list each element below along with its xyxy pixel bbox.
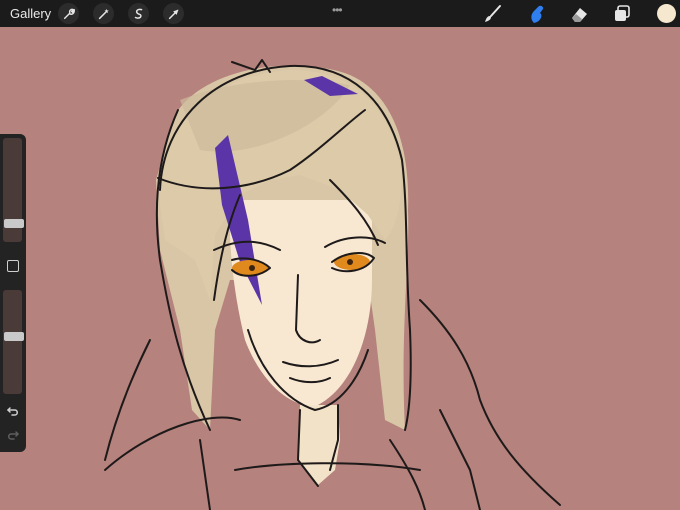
drawing-canvas[interactable] <box>0 0 680 510</box>
eraser-icon[interactable] <box>568 3 590 25</box>
undo-icon[interactable] <box>6 404 20 418</box>
wrench-icon[interactable] <box>58 3 79 24</box>
gallery-button[interactable]: Gallery <box>10 6 51 21</box>
selection-icon[interactable] <box>128 3 149 24</box>
left-sidebar <box>0 134 26 452</box>
magic-wand-icon[interactable] <box>93 3 114 24</box>
opacity-slider[interactable] <box>3 290 24 394</box>
top-toolbar: Gallery ••• <box>0 0 680 27</box>
redo-icon[interactable] <box>6 428 20 442</box>
brush-size-slider-knob[interactable] <box>4 219 24 228</box>
smudge-icon[interactable] <box>526 3 548 25</box>
opacity-slider-knob[interactable] <box>4 332 24 341</box>
color-picker-swatch[interactable] <box>657 4 676 23</box>
transform-arrow-icon[interactable] <box>163 3 184 24</box>
brush-icon[interactable] <box>482 3 504 25</box>
more-options-icon[interactable]: ••• <box>332 3 343 17</box>
layers-icon[interactable] <box>611 3 633 25</box>
modify-button[interactable] <box>7 260 19 272</box>
brush-size-slider[interactable] <box>3 138 24 242</box>
